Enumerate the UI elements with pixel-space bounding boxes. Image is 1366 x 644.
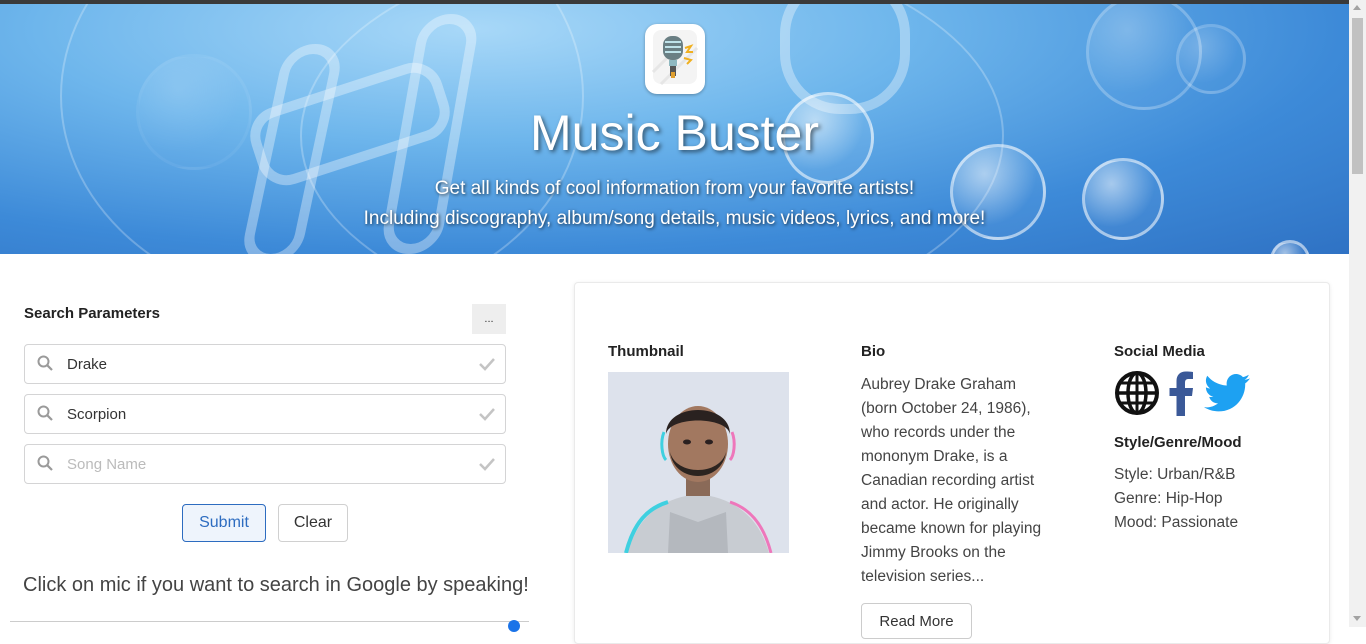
read-more-button[interactable]: Read More <box>861 603 972 639</box>
scroll-down-arrow-icon[interactable] <box>1353 616 1361 621</box>
search-icon <box>37 405 53 425</box>
artist-field[interactable] <box>24 344 506 384</box>
artist-thumbnail <box>608 372 789 553</box>
hero-subtitle-line1: Get all kinds of cool information from y… <box>434 178 915 199</box>
globe-icon[interactable] <box>1114 370 1160 420</box>
song-field[interactable] <box>24 444 506 484</box>
search-parameters-title: Search Parameters <box>24 305 160 322</box>
scrollbar-thumb[interactable] <box>1352 18 1363 174</box>
microphone-icon <box>651 28 699 90</box>
checkmark-icon <box>479 356 495 375</box>
facebook-icon[interactable] <box>1168 370 1194 420</box>
bio-text: Aubrey Drake Graham (born October 24, 19… <box>861 376 1042 585</box>
mood-value: Mood: Passionate <box>1114 514 1239 531</box>
scroll-up-arrow-icon[interactable] <box>1353 5 1361 10</box>
more-options-button[interactable]: ... <box>472 304 506 334</box>
page-title: Music Buster <box>530 105 819 161</box>
decor-bubble <box>1176 24 1246 94</box>
song-name-input[interactable] <box>65 445 469 483</box>
album-field[interactable] <box>24 394 506 434</box>
checkmark-icon <box>479 406 495 425</box>
style-value: Style: Urban/R&B <box>1114 466 1236 483</box>
hero-subtitle-line2: Including discography, album/song detail… <box>363 208 986 229</box>
album-input[interactable] <box>65 395 469 433</box>
decor-bubble <box>1270 240 1310 254</box>
twitter-icon[interactable] <box>1204 370 1250 417</box>
search-icon <box>37 455 53 475</box>
genre-value: Genre: Hip-Hop <box>1114 490 1223 507</box>
clear-button[interactable]: Clear <box>278 504 348 542</box>
page-scrollbar[interactable] <box>1349 0 1366 627</box>
submit-button[interactable]: Submit <box>182 504 266 542</box>
checkmark-icon <box>479 456 495 475</box>
style-genre-mood-title: Style/Genre/Mood <box>1114 434 1242 451</box>
social-media-title: Social Media <box>1114 343 1205 360</box>
mic-indicator-icon[interactable] <box>508 620 520 632</box>
app-logo <box>645 24 705 94</box>
thumbnail-title: Thumbnail <box>608 343 684 360</box>
bio-title: Bio <box>861 343 886 360</box>
artist-input[interactable] <box>65 345 469 383</box>
search-icon <box>37 355 53 375</box>
mic-prompt: Click on mic if you want to search in Go… <box>23 574 529 596</box>
